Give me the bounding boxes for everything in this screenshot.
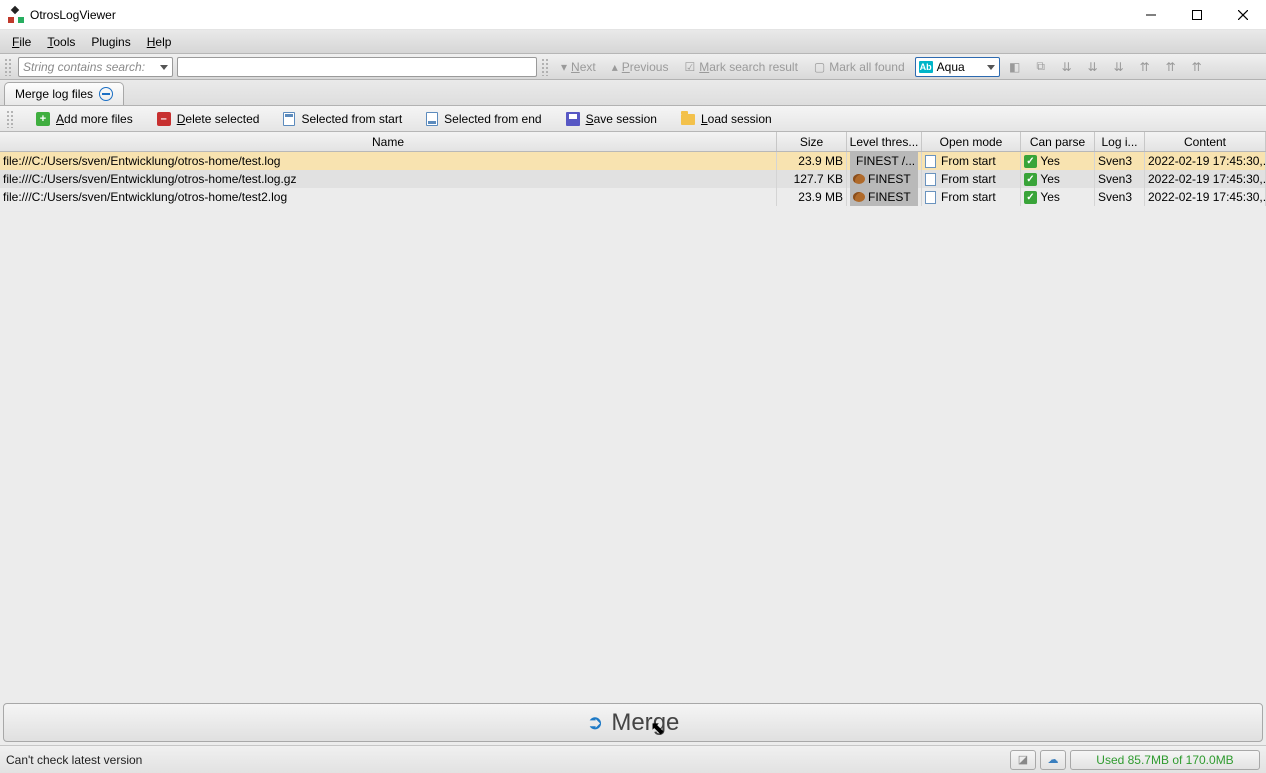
col-parse[interactable]: Can parse — [1021, 132, 1095, 151]
mark-search-result-button[interactable]: ☑ Mark search result — [678, 57, 803, 77]
next-button[interactable]: ▾ Next — [555, 57, 602, 77]
add-more-files-button[interactable]: + Add more files — [32, 110, 137, 128]
status-button-2[interactable]: ☁ — [1040, 750, 1066, 770]
files-table: Name Size Level thres... Open mode Can p… — [0, 132, 1266, 700]
minimize-button[interactable] — [1128, 0, 1174, 30]
menu-bar: File Tools Plugins Help — [0, 30, 1266, 54]
menu-plugins[interactable]: Plugins — [83, 33, 138, 51]
col-size[interactable]: Size — [777, 132, 847, 151]
sort-desc-icon[interactable]: ⇊ — [1082, 57, 1104, 77]
plus-icon: + — [36, 112, 50, 126]
selected-from-end-button[interactable]: Selected from end — [422, 110, 545, 128]
arrow-down-icon: ▾ — [561, 60, 567, 74]
tab-merge-log-files[interactable]: Merge log files — [4, 82, 124, 105]
doc-icon — [925, 155, 936, 168]
sort-icon-3[interactable]: ⇊ — [1108, 57, 1130, 77]
sort-icon-6[interactable]: ⇈ — [1186, 57, 1208, 77]
table-row[interactable]: file:///C:/Users/sven/Entwicklung/otros-… — [0, 188, 1266, 206]
check-icon: ✓ — [1024, 173, 1037, 186]
col-open[interactable]: Open mode — [922, 132, 1021, 151]
tab-close-icon[interactable] — [99, 87, 113, 101]
toolbar-icon-1[interactable]: ◧ — [1004, 57, 1026, 77]
menu-file[interactable]: File — [4, 33, 39, 51]
search-mode-label: String contains search: — [23, 60, 145, 74]
close-button[interactable] — [1220, 0, 1266, 30]
status-message: Can't check latest version — [6, 753, 1006, 767]
check-icon: ✓ — [1024, 191, 1037, 204]
level-icon — [853, 192, 865, 202]
sort-asc-icon[interactable]: ⇊ — [1056, 57, 1078, 77]
load-session-button[interactable]: Load session — [677, 110, 776, 128]
tab-strip: Merge log files — [0, 80, 1266, 106]
toolbar: String contains search: ▾ Next ▴ Previou… — [0, 54, 1266, 80]
highlight-color-select[interactable]: Ab Aqua — [915, 57, 1000, 77]
doc-end-icon — [426, 112, 438, 126]
status-bar: Can't check latest version ◪ ☁ Used 85.7… — [0, 745, 1266, 773]
mark-all-found-button[interactable]: ▢ Mark all found — [808, 57, 911, 77]
title-bar: OtrosLogViewer — [0, 0, 1266, 30]
previous-button[interactable]: ▴ Previous — [606, 57, 675, 77]
folder-icon — [681, 114, 695, 125]
toolbar-grip-2[interactable] — [541, 58, 549, 76]
color-swatch-icon: Ab — [919, 61, 933, 73]
table-body: file:///C:/Users/sven/Entwicklung/otros-… — [0, 152, 1266, 700]
app-icon — [8, 7, 24, 23]
delete-selected-button[interactable]: – Delete selected — [153, 110, 264, 128]
minus-icon: – — [157, 112, 171, 126]
maximize-button[interactable] — [1174, 0, 1220, 30]
checkbox-icon: ☑ — [684, 60, 695, 74]
toolbar-grip[interactable] — [4, 58, 12, 76]
col-importer[interactable]: Log i... — [1095, 132, 1145, 151]
menu-tools[interactable]: Tools — [39, 33, 83, 51]
status-button-1[interactable]: ◪ — [1010, 750, 1036, 770]
merge-arrow-icon: ➲ — [587, 710, 604, 735]
level-icon — [853, 174, 865, 184]
save-session-button[interactable]: Save session — [562, 110, 661, 128]
merge-section: ➲ Merge — [0, 700, 1266, 745]
action-grip[interactable] — [6, 110, 14, 128]
toolbar-icon-2[interactable]: ⧉ — [1030, 57, 1052, 77]
doc-start-icon — [283, 112, 295, 126]
action-bar: + Add more files – Delete selected Selec… — [0, 106, 1266, 132]
check-icon: ✓ — [1024, 155, 1037, 168]
search-input[interactable] — [177, 57, 537, 77]
col-name[interactable]: Name — [0, 132, 777, 151]
menu-help[interactable]: Help — [139, 33, 180, 51]
sort-icon-4[interactable]: ⇈ — [1134, 57, 1156, 77]
table-header: Name Size Level thres... Open mode Can p… — [0, 132, 1266, 152]
color-select-label: Aqua — [937, 60, 965, 74]
search-mode-select[interactable]: String contains search: — [18, 57, 173, 77]
memory-indicator[interactable]: Used 85.7MB of 170.0MB — [1070, 750, 1260, 770]
table-row[interactable]: file:///C:/Users/sven/Entwicklung/otros-… — [0, 170, 1266, 188]
merge-button[interactable]: ➲ Merge — [3, 703, 1263, 742]
selected-from-start-button[interactable]: Selected from start — [279, 110, 406, 128]
col-level[interactable]: Level thres... — [847, 132, 922, 151]
table-row[interactable]: file:///C:/Users/sven/Entwicklung/otros-… — [0, 152, 1266, 170]
save-icon — [566, 112, 580, 126]
arrow-up-icon: ▴ — [612, 60, 618, 74]
col-content[interactable]: Content — [1145, 132, 1266, 151]
window-title: OtrosLogViewer — [30, 8, 116, 22]
tab-label: Merge log files — [15, 87, 93, 101]
document-icon: ▢ — [814, 60, 825, 74]
doc-icon — [925, 173, 936, 186]
doc-icon — [925, 191, 936, 204]
sort-icon-5[interactable]: ⇈ — [1160, 57, 1182, 77]
